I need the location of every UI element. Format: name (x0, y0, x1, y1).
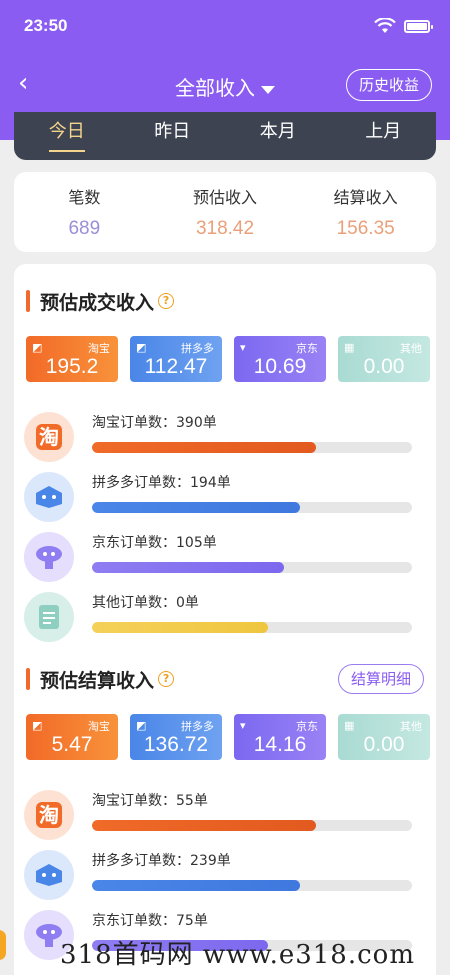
taobao-icon: ◩ (32, 341, 43, 354)
summary-estimated: 预估收入 318.42 (193, 188, 258, 239)
main-card: 预估成交收入 ? ◩ 淘宝 195.2 ◩ 拼多多 112.47 ▾ 京东 10… (14, 264, 436, 975)
section-settle-header: 预估结算收入 ? (26, 664, 175, 694)
nav-bar: ‹ 全部收入 历史收益 (0, 64, 450, 104)
settlement-detail-button[interactable]: 结算明细 (337, 664, 424, 694)
help-icon[interactable]: ? (158, 671, 175, 687)
pinduoduo-icon: ◩ (136, 719, 147, 732)
status-time: 23:50 (24, 16, 68, 35)
wifi-icon (374, 18, 396, 33)
floating-tab[interactable] (0, 930, 6, 960)
progress-bar (92, 562, 284, 573)
taobao-icon: 淘 (24, 790, 74, 840)
page-title: 全部收入 (175, 76, 255, 100)
taobao-icon: ◩ (32, 719, 43, 732)
pinduoduo-icon (24, 472, 74, 522)
taobao-icon: 淘 (24, 412, 74, 462)
history-earnings-button[interactable]: 历史收益 (345, 69, 432, 101)
tab-this-month[interactable]: 本月 (225, 112, 331, 160)
section-title: 预估成交收入 (40, 291, 155, 314)
progress-bar (92, 502, 300, 513)
tile-taobao[interactable]: ◩ 淘宝 195.2 (26, 336, 118, 382)
estimate-tiles: ◩ 淘宝 195.2 ◩ 拼多多 112.47 ▾ 京东 10.69 ▦ 其他 … (26, 336, 430, 382)
section-title: 预估结算收入 (40, 669, 155, 692)
progress-bar (92, 442, 316, 453)
jingdong-icon: ▾ (240, 341, 246, 354)
progress-bar (92, 622, 268, 633)
tab-yesterday[interactable]: 昨日 (120, 112, 226, 160)
summary-count: 笔数 689 (68, 188, 101, 239)
order-row-pinduoduo: 拼多多订单数：194单 (24, 472, 424, 522)
tile-pinduoduo[interactable]: ◩ 拼多多 112.47 (130, 336, 222, 382)
order-row-pinduoduo: 拼多多订单数：239单 (24, 850, 424, 900)
section-estimate-header: 预估成交收入 ? (26, 286, 175, 316)
status-bar: 23:50 (0, 0, 450, 56)
pinduoduo-icon: ◩ (136, 341, 147, 354)
period-tabs: 今日 昨日 本月 上月 (14, 112, 436, 160)
settle-tiles: ◩ 淘宝 5.47 ◩ 拼多多 136.72 ▾ 京东 14.16 ▦ 其他 0… (26, 714, 430, 760)
document-icon (24, 592, 74, 642)
tile-other[interactable]: ▦ 其他 0.00 (338, 714, 430, 760)
order-row-other: 其他订单数：0单 (24, 592, 424, 642)
tile-jingdong[interactable]: ▾ 京东 14.16 (234, 714, 326, 760)
order-row-taobao: 淘 淘宝订单数：390单 (24, 412, 424, 462)
summary-settled: 结算收入 156.35 (333, 188, 398, 239)
watermark: 318首码网 www.e318.com (60, 940, 415, 970)
tab-today[interactable]: 今日 (14, 112, 120, 160)
tile-jingdong[interactable]: ▾ 京东 10.69 (234, 336, 326, 382)
tab-last-month[interactable]: 上月 (331, 112, 437, 160)
order-row-taobao: 淘 淘宝订单数：55单 (24, 790, 424, 840)
help-icon[interactable]: ? (158, 293, 175, 309)
grid-icon: ▦ (344, 341, 355, 354)
summary-card: 笔数 689 预估收入 318.42 结算收入 156.35 (14, 172, 436, 252)
pinduoduo-icon (24, 850, 74, 900)
tile-pinduoduo[interactable]: ◩ 拼多多 136.72 (130, 714, 222, 760)
tile-other[interactable]: ▦ 其他 0.00 (338, 336, 430, 382)
order-row-jingdong: 京东订单数：105单 (24, 532, 424, 582)
jingdong-icon (24, 532, 74, 582)
caret-down-icon (261, 85, 275, 94)
tile-taobao[interactable]: ◩ 淘宝 5.47 (26, 714, 118, 760)
battery-icon (404, 19, 433, 33)
jingdong-icon: ▾ (240, 719, 246, 732)
progress-bar (92, 820, 316, 831)
grid-icon: ▦ (344, 719, 355, 732)
progress-bar (92, 880, 300, 891)
